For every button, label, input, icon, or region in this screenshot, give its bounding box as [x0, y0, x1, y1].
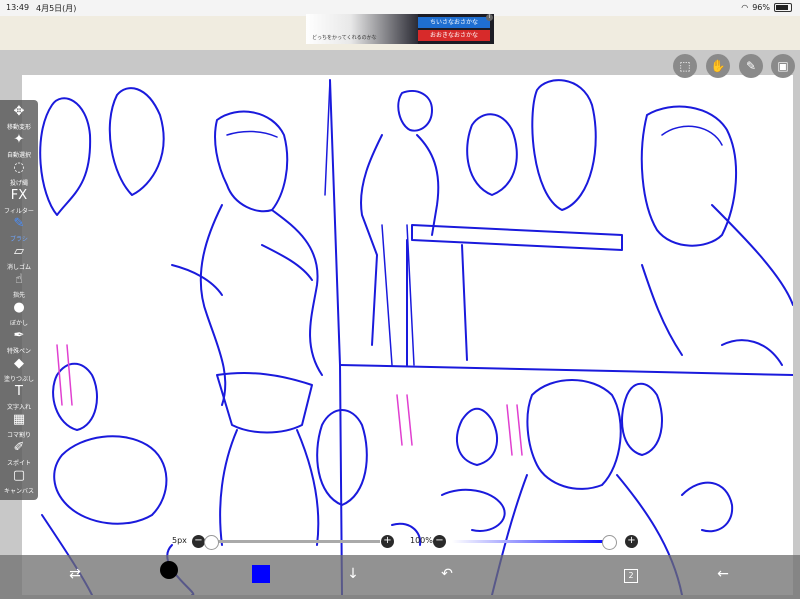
- bucket-icon: ◆: [14, 356, 24, 371]
- special-pen-icon: ✒: [13, 328, 25, 343]
- speech-bubble-4: [466, 113, 518, 196]
- canvas-icon: ▢: [12, 468, 26, 483]
- ad-button-big-fish[interactable]: おおきなおさかな: [418, 30, 490, 41]
- undo-button[interactable]: ↶: [436, 563, 458, 585]
- drawing-canvas[interactable]: [22, 75, 793, 595]
- filter-fx-icon: FX: [10, 188, 28, 203]
- brush-opacity-knob[interactable]: [602, 535, 617, 550]
- speech-bubble-7: [456, 407, 498, 466]
- speech-bubble-5: [531, 79, 597, 211]
- ad-button-small-fish[interactable]: ちいさなおさかな: [418, 17, 490, 28]
- status-date: 4月5日(月): [36, 4, 77, 13]
- hand-tool-button[interactable]: ✋: [706, 54, 730, 78]
- battery-percent: 96%: [752, 3, 770, 12]
- ad-banner[interactable]: どっちをかってくれるのかな ちいさなおさかな おおきなおさかな i: [306, 14, 494, 44]
- frame-divide-icon: ▦: [12, 412, 26, 427]
- color-picker-button[interactable]: [250, 563, 272, 585]
- tool-canvas[interactable]: ▢ キャンバス: [0, 466, 38, 502]
- layers-icon: 2: [624, 569, 638, 583]
- manga-sketch: [39, 79, 793, 595]
- speech-bubble-2: [108, 87, 165, 196]
- status-right: ◠ 96%: [741, 3, 792, 12]
- rotate-arrows-icon: ⇄: [69, 566, 81, 582]
- battery-icon: [774, 3, 792, 12]
- color-swatch: [252, 565, 270, 583]
- character-head-2: [397, 90, 433, 132]
- tool-palette: ✥ 移動変形 ✦ 自動選択 ◌ 投げ縄 FX フィルター ✎ ブラシ ▱ 消しゴム ☝ 指先 …: [0, 100, 38, 500]
- lasso-icon: ◌: [13, 160, 25, 175]
- brush-opacity-increase-button[interactable]: +: [625, 535, 638, 548]
- text-icon: T: [15, 384, 23, 399]
- wifi-icon: ◠: [741, 3, 749, 12]
- panel-border-horizontal: [339, 364, 793, 376]
- bottom-toolbar: ⇄ ↓ ↶ 2 ←: [0, 555, 800, 599]
- brush-opacity-slider[interactable]: [452, 540, 614, 543]
- move-icon: ✥: [13, 104, 25, 119]
- material-button[interactable]: ▣: [771, 54, 795, 78]
- down-arrow-icon: ↓: [347, 566, 359, 582]
- back-arrow-icon: ←: [717, 566, 729, 582]
- ad-tagline: どっちをかってくれるのかな: [312, 35, 377, 41]
- eraser-icon: ▱: [14, 244, 24, 259]
- magic-wand-icon: ✦: [13, 132, 25, 147]
- pencil-icon: ✎: [745, 59, 757, 73]
- selection-toggle-button[interactable]: ⬚: [673, 54, 697, 78]
- status-time: 13:49: [6, 3, 30, 12]
- panel-border-vertical: [329, 79, 343, 595]
- brush-size-knob[interactable]: [204, 535, 219, 550]
- hand-icon: ✋: [710, 59, 726, 73]
- layers-button[interactable]: 2: [620, 563, 642, 585]
- save-button[interactable]: ↓: [342, 563, 364, 585]
- brush-opacity-decrease-button[interactable]: −: [433, 535, 446, 548]
- character-head-4: [53, 435, 168, 525]
- brush-size-increase-button[interactable]: +: [381, 535, 394, 548]
- ad-info-icon[interactable]: i: [486, 14, 493, 21]
- pen-mode-button[interactable]: ✎: [739, 54, 763, 78]
- undo-icon: ↶: [441, 566, 453, 582]
- brush-size-label: 5px: [172, 536, 187, 545]
- brush-preview-icon: [160, 561, 178, 579]
- speech-bubble-1: [39, 97, 92, 216]
- blur-icon: ●: [13, 300, 25, 315]
- character-head-5: [526, 379, 622, 490]
- selection-icon: ⬚: [679, 59, 691, 73]
- character-head-1: [214, 110, 289, 213]
- back-button[interactable]: ←: [712, 563, 734, 585]
- brush-size-slider[interactable]: [210, 540, 380, 543]
- fullscreen-toggle-button[interactable]: ⇄: [64, 563, 86, 585]
- brush-size-preview-button[interactable]: [158, 561, 180, 583]
- smudge-icon: ☝: [15, 272, 23, 287]
- speech-bubble-8: [621, 382, 663, 456]
- eyedropper-icon: ✐: [13, 440, 25, 455]
- character-head-3: [640, 105, 737, 247]
- image-icon: ▣: [777, 59, 789, 73]
- brush-icon: ✎: [13, 216, 25, 231]
- brush-opacity-label: 100%: [410, 536, 433, 545]
